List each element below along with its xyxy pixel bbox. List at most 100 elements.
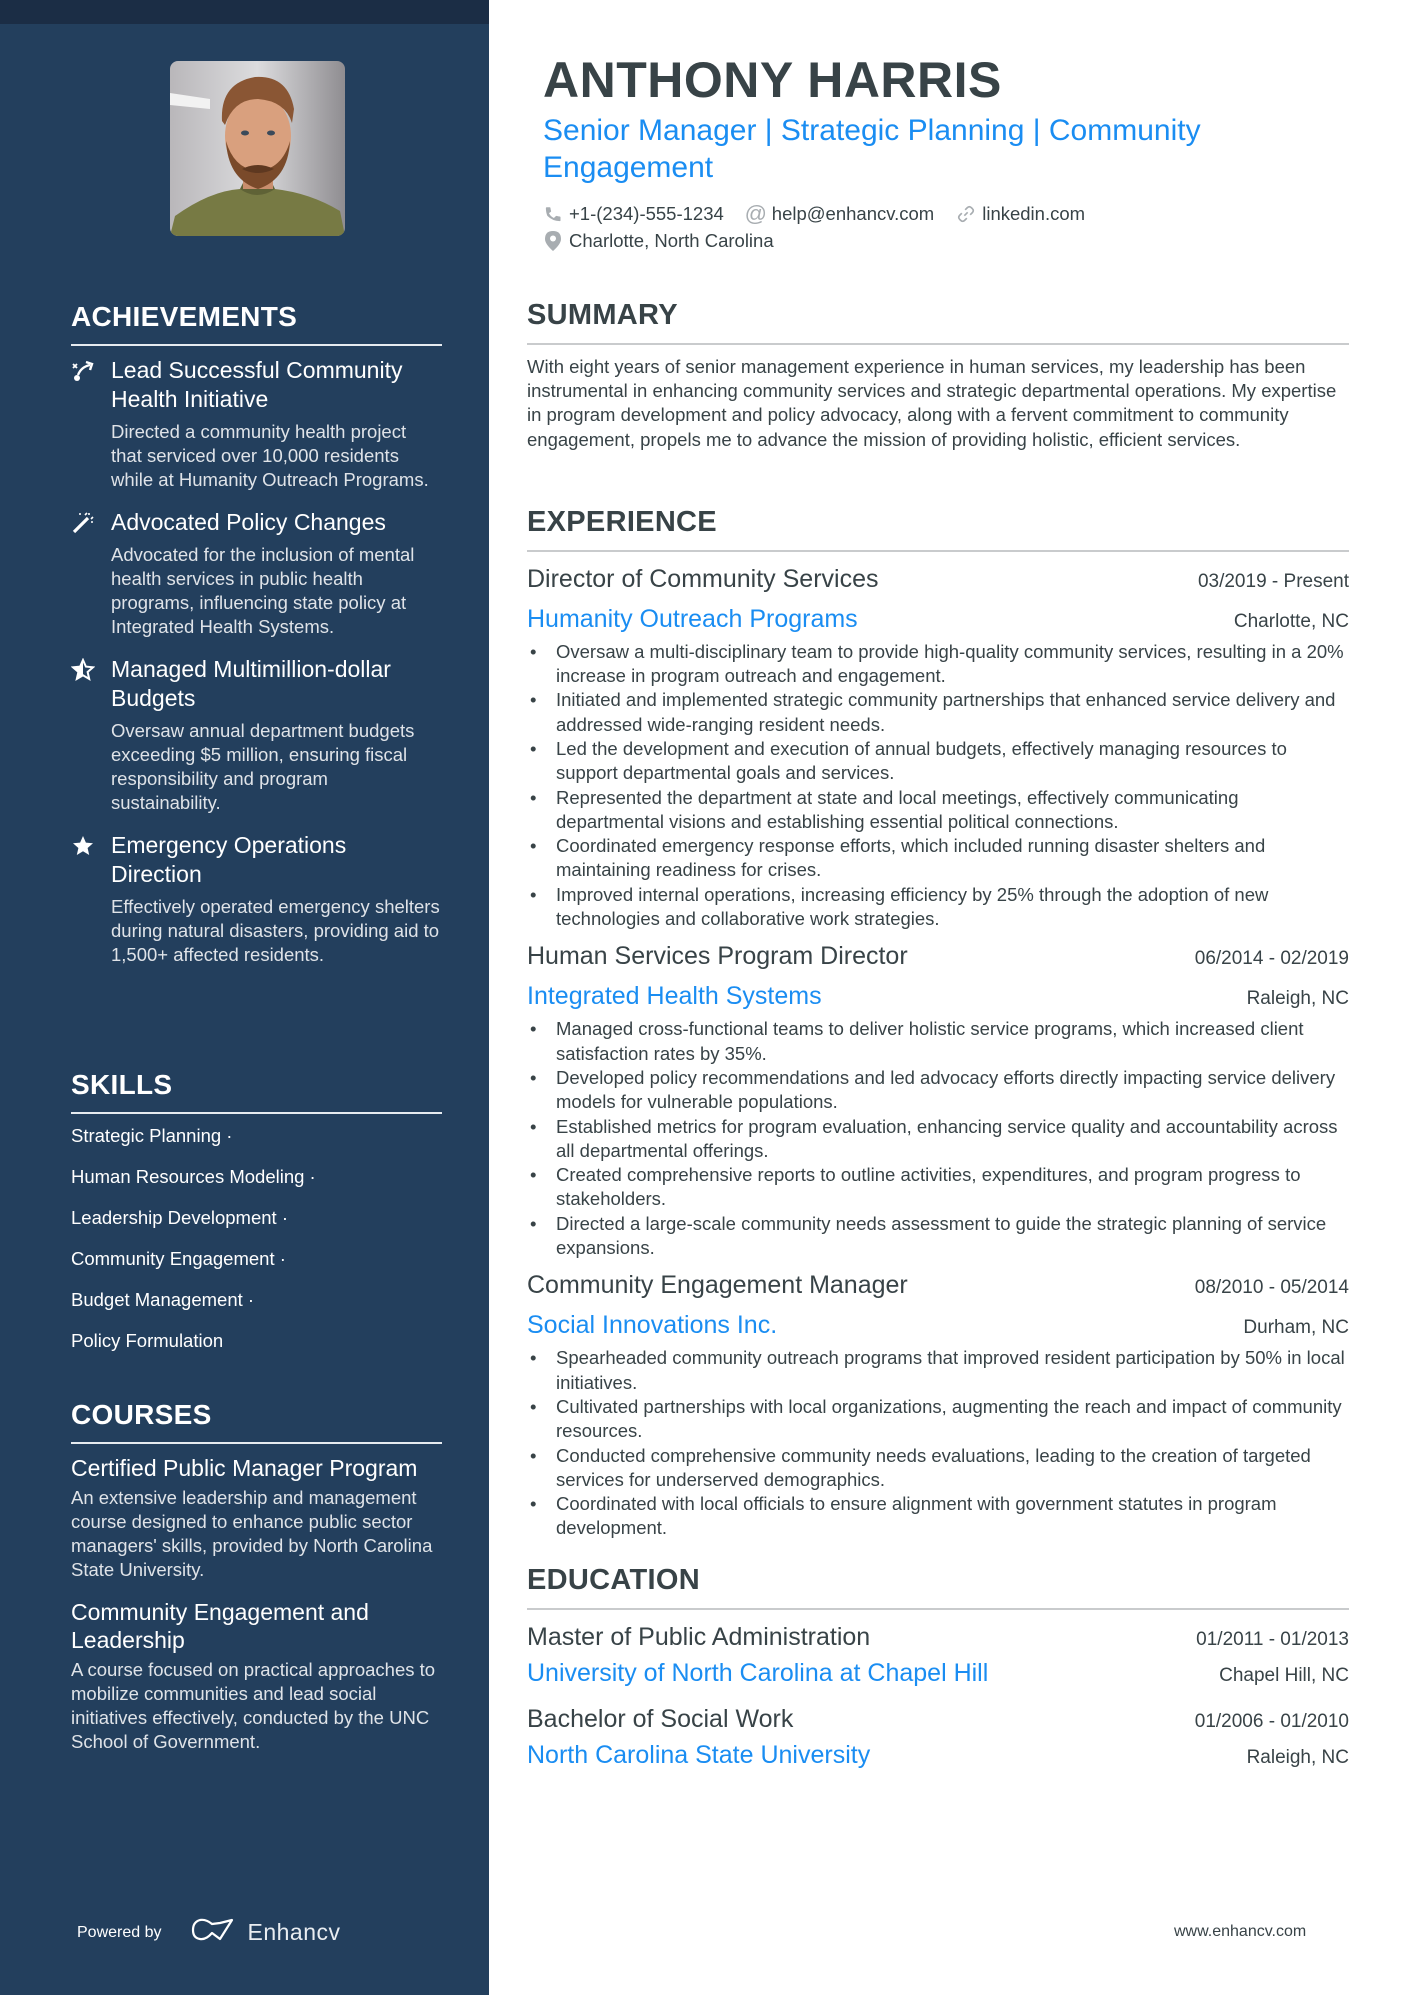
achievement-description: Advocated for the inclusion of mental he… xyxy=(111,543,415,637)
brand-name: Enhancv xyxy=(247,1919,341,1945)
email-address: help@enhancv.com xyxy=(771,202,935,224)
job-bullet: Spearheaded community outreach programs … xyxy=(527,1346,1349,1395)
achievements-heading: ACHIEVEMENTS xyxy=(71,300,442,346)
skill-item: Strategic Planning · xyxy=(71,1124,233,1146)
magic-wand-icon xyxy=(71,511,95,535)
skills-heading: SKILLS xyxy=(71,1068,442,1114)
summary-text: With eight years of senior management ex… xyxy=(527,355,1337,450)
job-bullet: Oversaw a multi-disciplinary team to pro… xyxy=(527,640,1349,689)
job-bullets: Oversaw a multi-disciplinary team to pro… xyxy=(527,640,1349,932)
job-entry: Director of Community Services 03/2019 -… xyxy=(527,562,1349,932)
course-description: An extensive leadership and management c… xyxy=(71,1486,433,1580)
job-dates: 06/2014 - 02/2019 xyxy=(1194,948,1349,970)
job-location: Charlotte, NC xyxy=(1233,610,1349,632)
contact-location: Charlotte, North Carolina xyxy=(543,230,774,252)
job-bullet: Coordinated with local officials to ensu… xyxy=(527,1492,1349,1541)
achievement-description: Directed a community health project that… xyxy=(111,420,429,490)
achievement-item: Lead Successful Community Health Initiat… xyxy=(71,356,442,492)
school: North Carolina State University xyxy=(527,1740,871,1769)
star-half-icon xyxy=(70,657,96,682)
degree: Bachelor of Social Work xyxy=(527,1704,794,1733)
course-title: Community Engagement and Leadership xyxy=(71,1598,369,1653)
headline: Senior Manager | Strategic Planning | Co… xyxy=(543,114,1201,184)
sidebar-top-band xyxy=(0,0,489,24)
location-pin-icon xyxy=(543,230,563,251)
contact-info: +1-(234)-555-1234 @ help@enhancv.com lin… xyxy=(543,200,1323,254)
phone-icon xyxy=(543,204,563,224)
education-location: Chapel Hill, NC xyxy=(1219,1664,1349,1686)
job-company: Integrated Health Systems xyxy=(527,982,822,1011)
job-bullet: Created comprehensive reports to outline… xyxy=(527,1163,1349,1212)
courses-section: COURSES Certified Public Manager Program… xyxy=(71,1398,442,1770)
job-dates: 08/2010 - 05/2014 xyxy=(1194,1277,1349,1299)
job-company: Humanity Outreach Programs xyxy=(527,604,858,633)
course-item: Community Engagement and Leadership A co… xyxy=(71,1598,442,1754)
experience-section: EXPERIENCE Director of Community Service… xyxy=(527,505,1349,1549)
education-section: EDUCATION Master of Public Administratio… xyxy=(527,1563,1349,1784)
achievement-item: Emergency Operations Direction Effective… xyxy=(71,831,442,967)
job-bullet: Represented the department at state and … xyxy=(527,786,1349,835)
star-icon xyxy=(71,834,95,858)
job-title: Human Services Program Director xyxy=(527,942,908,971)
link-icon xyxy=(956,204,976,224)
job-bullet: Led the development and execution of ann… xyxy=(527,737,1349,786)
contact-email[interactable]: @ help@enhancv.com xyxy=(744,200,935,226)
education-dates: 01/2011 - 01/2013 xyxy=(1196,1628,1349,1650)
job-bullet: Established metrics for program evaluati… xyxy=(527,1115,1349,1164)
contact-linkedin[interactable]: linkedin.com xyxy=(956,203,1085,225)
skill-item: Budget Management · xyxy=(71,1288,255,1310)
job-location: Raleigh, NC xyxy=(1246,988,1349,1010)
profile-photo xyxy=(170,61,345,236)
footer-url[interactable]: www.enhancv.com xyxy=(1174,1923,1306,1941)
achievement-item: Advocated Policy Changes Advocated for t… xyxy=(71,508,442,639)
course-item: Certified Public Manager Program An exte… xyxy=(71,1454,442,1582)
enhancv-logo-icon xyxy=(190,1917,238,1948)
job-bullets: Spearheaded community outreach programs … xyxy=(527,1346,1349,1540)
education-location: Raleigh, NC xyxy=(1246,1746,1349,1768)
job-bullet: Managed cross-functional teams to delive… xyxy=(527,1017,1349,1066)
job-bullet: Cultivated partnerships with local organ… xyxy=(527,1395,1349,1444)
trajectory-icon xyxy=(71,359,95,383)
experience-heading: EXPERIENCE xyxy=(527,505,1349,552)
at-sign-icon: @ xyxy=(744,200,767,226)
summary-section: SUMMARY With eight years of senior manag… xyxy=(527,298,1349,452)
summary-heading: SUMMARY xyxy=(527,298,1349,345)
location-text: Charlotte, North Carolina xyxy=(569,229,774,251)
job-bullet: Conducted comprehensive community needs … xyxy=(527,1444,1349,1493)
job-title: Community Engagement Manager xyxy=(527,1271,908,1300)
job-title: Director of Community Services xyxy=(527,564,879,593)
job-bullet: Directed a large-scale community needs a… xyxy=(527,1212,1349,1261)
skill-item: Policy Formulation xyxy=(71,1329,224,1351)
job-entry: Human Services Program Director 06/2014 … xyxy=(527,939,1349,1260)
skills-section: SKILLS Strategic Planning · Human Resour… xyxy=(71,1068,442,1370)
achievements-section: ACHIEVEMENTS Lead Successful Community H… xyxy=(70,300,442,983)
job-entry: Community Engagement Manager 08/2010 - 0… xyxy=(527,1268,1349,1540)
job-bullet: Coordinated emergency response efforts, … xyxy=(527,834,1349,883)
education-entry: Bachelor of Social Work 01/2006 - 01/201… xyxy=(527,1702,1349,1772)
powered-by: Powered by Enhancv xyxy=(77,1917,341,1948)
courses-heading: COURSES xyxy=(71,1398,442,1444)
linkedin-url: linkedin.com xyxy=(982,202,1086,224)
course-description: A course focused on practical approaches… xyxy=(71,1658,436,1752)
job-bullet: Initiated and implemented strategic comm… xyxy=(527,688,1349,737)
education-heading: EDUCATION xyxy=(527,1563,1349,1610)
job-bullet: Improved internal operations, increasing… xyxy=(527,883,1349,932)
achievement-item: Managed Multimillion-dollar Budgets Over… xyxy=(70,655,442,815)
sidebar: ACHIEVEMENTS Lead Successful Community H… xyxy=(0,0,489,1995)
skill-item: Human Resources Modeling · xyxy=(71,1165,316,1187)
skill-item: Leadership Development · xyxy=(71,1206,288,1228)
job-bullet: Developed policy recommendations and led… xyxy=(527,1066,1349,1115)
education-entry: Master of Public Administration 01/2011 … xyxy=(527,1620,1349,1690)
school: University of North Carolina at Chapel H… xyxy=(527,1658,989,1687)
powered-by-label: Powered by xyxy=(77,1923,162,1941)
achievement-description: Oversaw annual department budgets exceed… xyxy=(111,719,415,813)
achievement-title: Emergency Operations Direction xyxy=(111,831,347,887)
candidate-name: ANTHONY HARRIS xyxy=(543,52,1002,108)
achievement-title: Lead Successful Community Health Initiat… xyxy=(111,356,403,412)
achievement-title: Advocated Policy Changes xyxy=(111,508,386,535)
phone-number: +1-(234)-555-1234 xyxy=(569,202,724,224)
contact-phone[interactable]: +1-(234)-555-1234 xyxy=(543,203,724,225)
degree: Master of Public Administration xyxy=(527,1622,871,1651)
education-dates: 01/2006 - 01/2010 xyxy=(1194,1710,1349,1732)
avatar-illustration xyxy=(170,61,345,236)
